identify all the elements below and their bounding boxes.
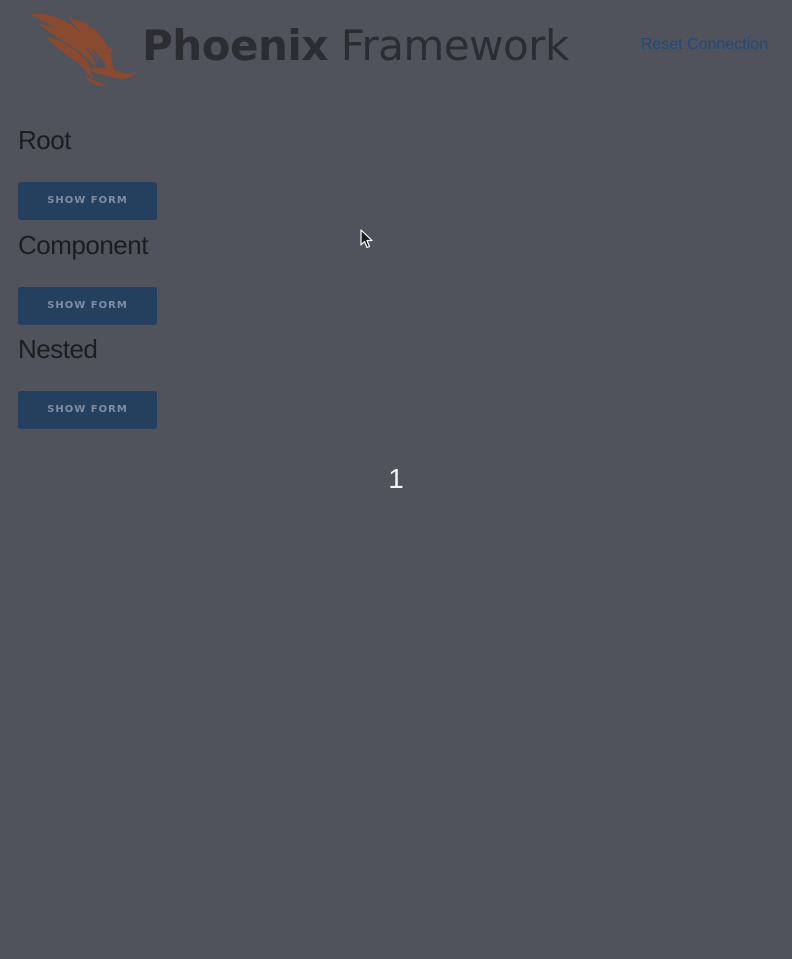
brand-title: Phoenix Framework [142, 18, 569, 74]
brand-title-light: Framework [340, 21, 570, 70]
counter-value: 1 [388, 463, 404, 494]
show-form-button-root[interactable]: SHOW FORM [18, 182, 157, 220]
show-form-button-component[interactable]: SHOW FORM [18, 287, 157, 325]
section-root: Root SHOW FORM [18, 124, 157, 220]
section-title: Nested [18, 334, 98, 364]
reset-connection-link[interactable]: Reset Connection [641, 36, 768, 54]
section-title: Root [18, 125, 71, 155]
show-form-button-nested[interactable]: SHOW FORM [18, 391, 157, 429]
phoenix-bird-icon [30, 13, 136, 86]
page-header: Phoenix Framework Reset Connection [0, 0, 792, 100]
brand-title-bold: Phoenix [142, 21, 328, 70]
section-nested: Nested SHOW FORM [18, 333, 157, 429]
section-title: Component [18, 230, 148, 260]
section-component: Component SHOW FORM [18, 229, 157, 325]
mouse-pointer-icon [360, 229, 373, 249]
